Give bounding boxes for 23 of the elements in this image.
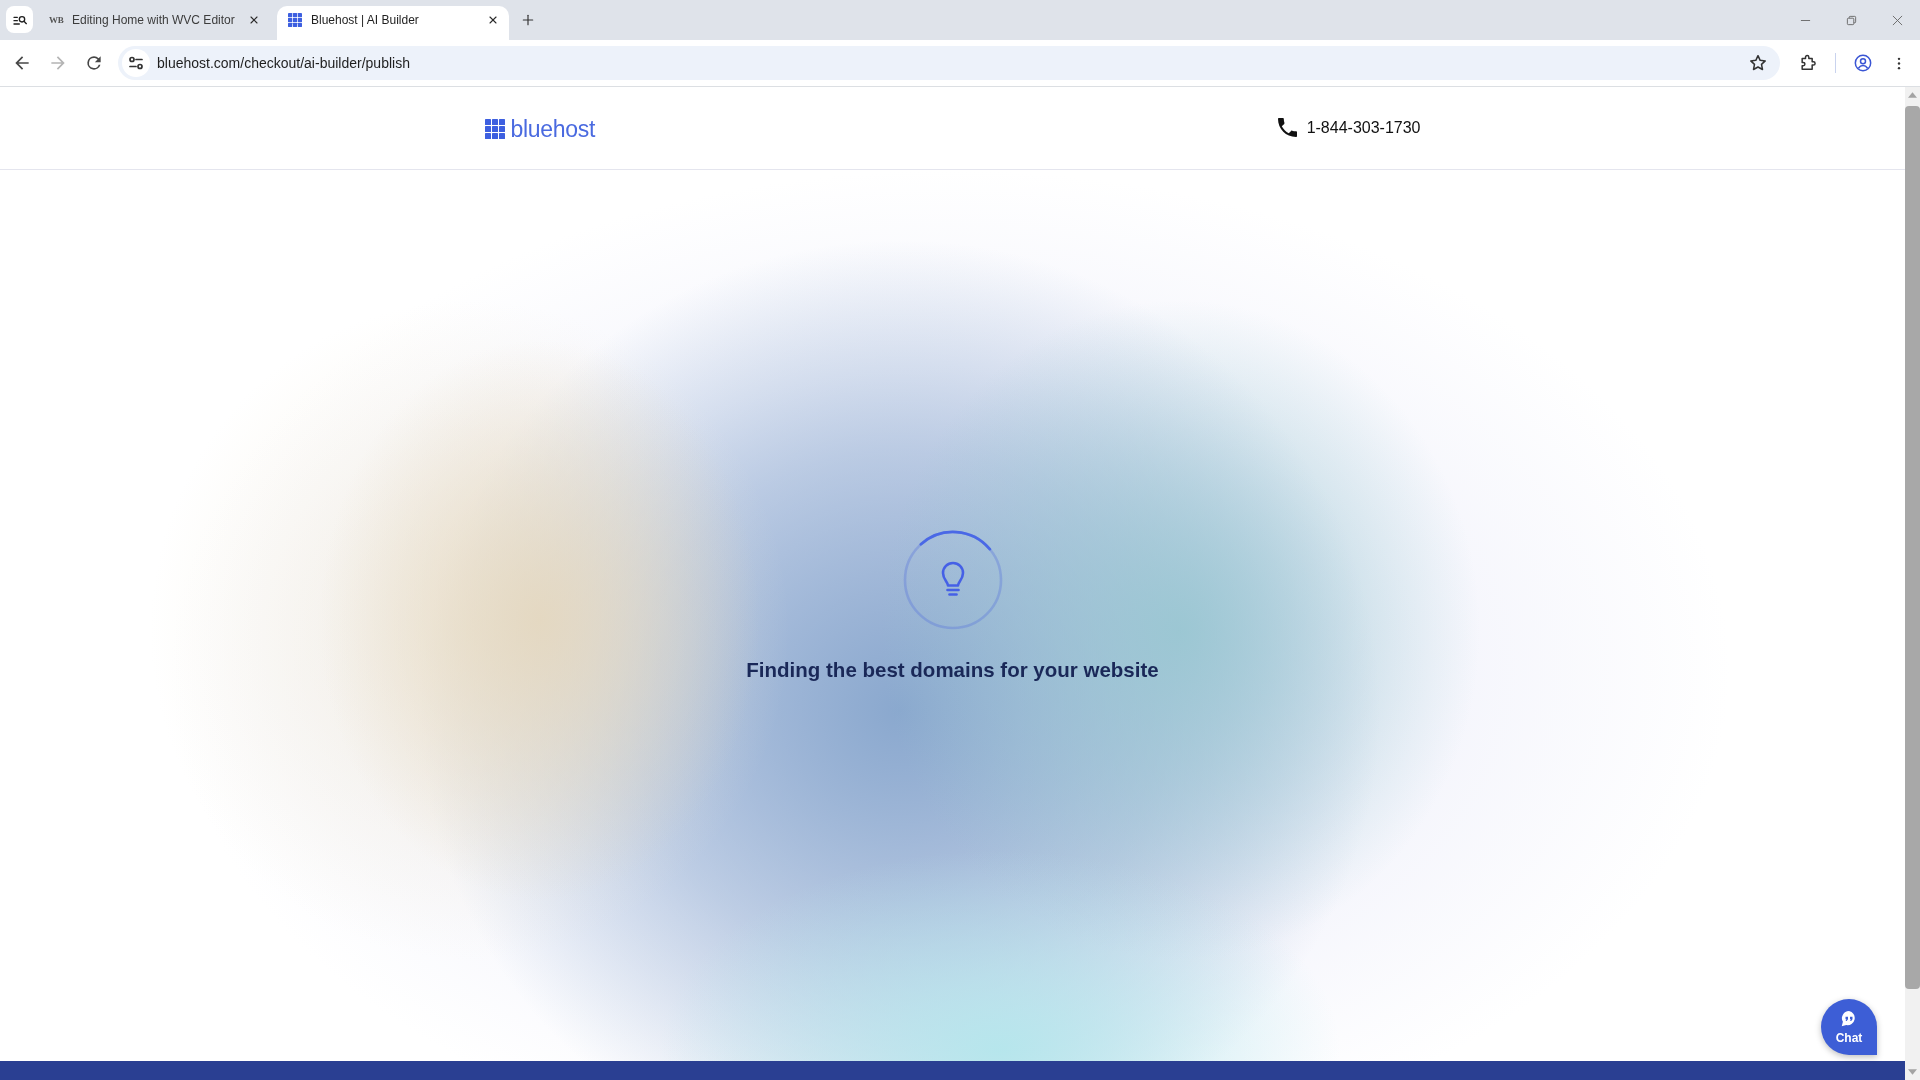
phone-link[interactable]: 1-844-303-1730 [1277,118,1421,137]
address-bar[interactable]: bluehost.com/checkout/ai-builder/publish [118,46,1780,80]
restore-icon[interactable] [1845,14,1857,26]
logo-link[interactable]: bluehost [484,117,596,141]
chat-button[interactable]: Chat [1821,999,1877,1055]
browser-tab[interactable]: Bluehost | AI Builder [277,6,509,40]
tab-favicon: WB [49,15,65,25]
grid-icon [484,119,505,139]
reload-icon[interactable] [84,53,104,73]
grid-icon [288,13,302,27]
star-icon[interactable] [1748,53,1768,73]
loading-message: Finding the best domains for your website [746,657,1159,682]
browser-tab[interactable]: WB Editing Home with WVC Editor [38,6,270,40]
profile-icon[interactable] [1853,53,1873,73]
lightbulb-spinner-icon [902,529,1003,630]
tab-search-button[interactable] [6,6,33,33]
close-icon[interactable] [248,14,260,26]
phone-icon [1277,118,1297,137]
close-icon[interactable] [487,14,499,26]
plus-icon[interactable] [521,13,535,27]
puzzle-icon[interactable] [1798,53,1818,73]
kebab-menu-icon[interactable] [1897,55,1901,71]
tune-icon[interactable] [122,49,150,77]
